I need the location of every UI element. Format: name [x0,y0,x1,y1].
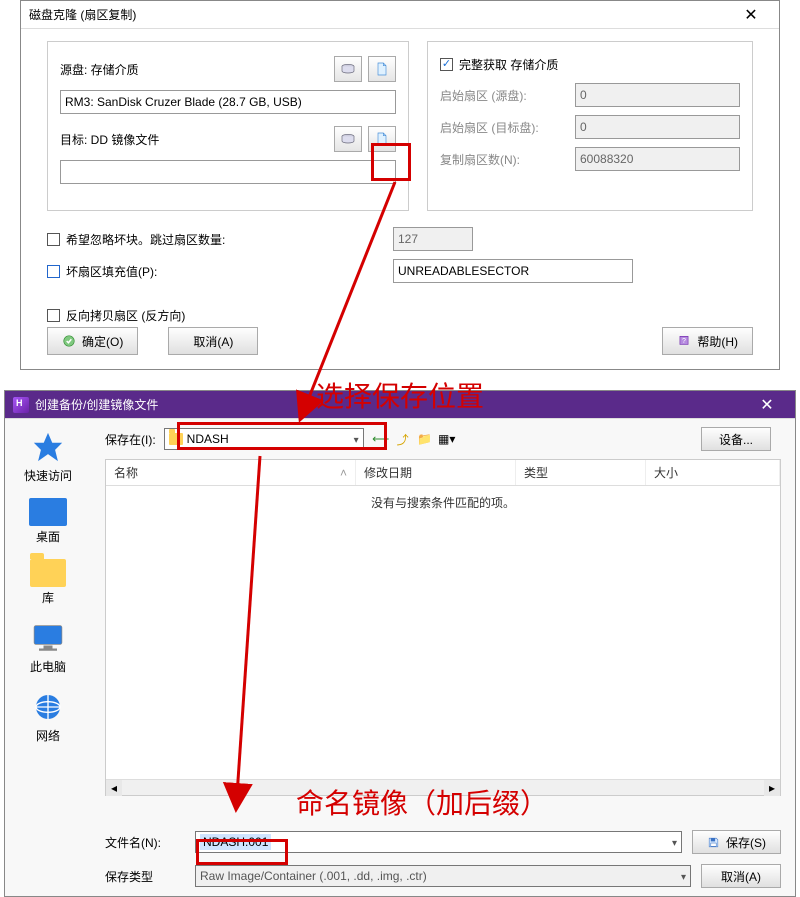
place-this-pc[interactable]: 此电脑 [14,620,82,675]
place-quick-access[interactable]: 快速访问 [14,429,82,484]
place-desktop[interactable]: 桌面 [14,498,82,545]
scroll-right-icon[interactable]: ▸ [764,780,780,796]
places-bar: 快速访问 桌面 库 此电脑 网络 [5,419,91,896]
svg-text:?: ? [682,338,686,345]
save-in-label: 保存在(I): [105,431,156,448]
source-target-panel: 源盘: 存储介质 目标: DD 镜像文件 [47,41,409,211]
source-input[interactable] [60,90,396,114]
extent-panel: 完整获取 存储介质 启始扇区 (源盘): 启始扇区 (目标盘): 复制扇区数(N… [427,41,753,211]
bad-fill-input[interactable] [393,259,633,283]
new-folder-icon[interactable]: 📁 [416,430,434,448]
nav-toolbar: ⟵ ⤴ 📁 ▦▾ [372,430,456,448]
disk-icon-button[interactable] [334,56,362,82]
titlebar: 创建备份/创建镜像文件 ✕ [5,391,795,419]
cancel-button[interactable]: 取消(A) [168,327,258,355]
scroll-left-icon[interactable]: ◂ [106,780,122,796]
file-icon-button[interactable] [368,56,396,82]
filename-input[interactable]: NDASH.001 [195,831,682,853]
full-extract-checkbox[interactable] [440,58,453,71]
dialog-title: 创建备份/创建镜像文件 [35,396,747,413]
save-in-value: NDASH [187,432,229,446]
app-icon [13,397,29,413]
up-icon[interactable]: ⤴ [394,430,412,448]
filetype-dropdown[interactable]: Raw Image/Container (.001, .dd, .img, .c… [195,865,691,887]
chevron-down-icon [681,869,686,883]
full-extract-label: 完整获取 存储介质 [459,56,558,73]
close-icon[interactable]: ✕ [747,391,787,419]
start-src-input [575,83,740,107]
col-size[interactable]: 大小 [646,460,780,485]
close-icon[interactable]: ✕ [731,1,771,29]
place-network[interactable]: 网络 [14,689,82,744]
save-button[interactable]: 保存(S) [692,830,781,854]
disk-icon-button-2[interactable] [334,126,362,152]
filename-value: NDASH.001 [200,834,271,850]
start-src-label: 启始扇区 (源盘): [440,87,569,104]
target-label: 目标: DD 镜像文件 [60,131,328,148]
copy-count-label: 复制扇区数(N): [440,151,569,168]
folder-icon [169,433,183,445]
reverse-checkbox[interactable] [47,309,60,322]
file-list[interactable]: 名称˄ 修改日期 类型 大小 没有与搜索条件匹配的项。 ◂ ▸ [105,459,781,796]
filetype-label: 保存类型 [105,868,185,885]
help-button[interactable]: ? 帮助(H) [662,327,753,355]
horizontal-scrollbar[interactable]: ◂ ▸ [106,779,780,795]
view-icon[interactable]: ▦▾ [438,430,456,448]
bad-fill-label: 坏扇区填充值(P): [66,263,157,280]
help-label: 帮助(H) [697,333,738,350]
start-dst-input [575,115,740,139]
file-icon-button-2[interactable] [368,126,396,152]
save-dialog: 创建备份/创建镜像文件 ✕ 快速访问 桌面 库 此电脑 网络 [4,390,796,897]
ignore-bad-checkbox[interactable] [47,233,60,246]
back-icon[interactable]: ⟵ [372,430,390,448]
target-input[interactable] [60,160,396,184]
filename-label: 文件名(N): [105,834,185,851]
source-label: 源盘: 存储介质 [60,61,328,78]
ok-button[interactable]: 确定(O) [47,327,138,355]
chevron-down-icon [672,835,677,849]
cancel-button-2[interactable]: 取消(A) [701,864,781,888]
empty-message: 没有与搜索条件匹配的项。 [106,494,780,511]
reverse-label: 反向拷贝扇区 (反方向) [66,307,185,324]
clone-dialog: 磁盘克隆 (扇区复制) ✕ 源盘: 存储介质 目标: DD 镜像文件 [20,0,780,370]
ignore-skip-input [393,227,473,251]
bad-fill-checkbox[interactable] [47,265,60,278]
place-libraries[interactable]: 库 [14,559,82,606]
col-name[interactable]: 名称˄ [106,460,356,485]
settings-button[interactable]: 设备... [701,427,771,451]
cancel-label: 取消(A) [193,333,233,350]
ignore-bad-label: 希望忽略坏块。跳过扇区数量: [66,231,225,248]
dialog-title: 磁盘克隆 (扇区复制) [29,6,731,23]
titlebar: 磁盘克隆 (扇区复制) ✕ [21,1,779,29]
chevron-down-icon [354,432,359,446]
copy-count-input [575,147,740,171]
col-type[interactable]: 类型 [516,460,646,485]
col-mdate[interactable]: 修改日期 [356,460,516,485]
start-dst-label: 启始扇区 (目标盘): [440,119,569,136]
ok-label: 确定(O) [82,333,123,350]
filetype-value: Raw Image/Container (.001, .dd, .img, .c… [200,869,427,883]
save-in-dropdown[interactable]: NDASH [164,428,364,450]
